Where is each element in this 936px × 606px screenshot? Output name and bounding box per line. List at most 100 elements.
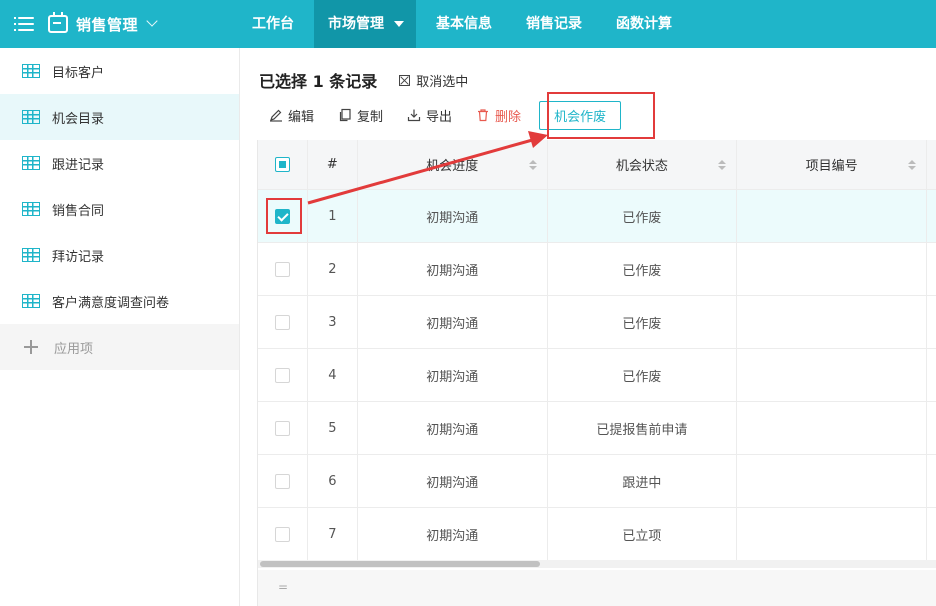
row-checkbox[interactable] — [274, 526, 290, 542]
copy-button[interactable]: 复制 — [338, 106, 383, 125]
table-row[interactable]: 1 初期沟通 已作废 — [258, 190, 936, 243]
row-checkbox[interactable] — [274, 473, 290, 489]
scrollbar-thumb[interactable] — [260, 561, 540, 567]
row-select-cell — [258, 349, 308, 401]
sidebar-item-label: 机会目录 — [52, 111, 105, 127]
menu-icon[interactable] — [14, 16, 34, 32]
row-progress[interactable]: 初期沟通 — [358, 349, 548, 401]
row-status[interactable]: 已作废 — [548, 349, 738, 401]
row-index: 1 — [308, 190, 358, 242]
row-status[interactable]: 跟进中 — [548, 455, 738, 507]
row-select-cell — [258, 243, 308, 295]
footer-summary: = — [278, 580, 289, 594]
row-progress[interactable]: 初期沟通 — [358, 508, 548, 560]
select-all-checkbox[interactable] — [274, 157, 290, 172]
nav-item-market-management[interactable]: 市场管理 — [314, 0, 416, 48]
select-all-cell — [258, 140, 308, 189]
column-header-label: 项目编号 — [805, 159, 858, 174]
row-project[interactable] — [737, 349, 927, 401]
delete-label: 删除 — [495, 109, 522, 125]
sidebar-item-follow-up-records[interactable]: 跟进记录 — [0, 140, 239, 186]
sort-icon[interactable] — [528, 160, 537, 172]
column-header-project[interactable]: 项目编号 — [737, 140, 927, 189]
horizontal-scrollbar[interactable] — [258, 560, 936, 568]
row-status[interactable]: 已作废 — [548, 296, 738, 348]
row-progress[interactable]: 初期沟通 — [358, 402, 548, 454]
table-row[interactable]: 3 初期沟通 已作废 — [258, 296, 936, 349]
top-bar: 销售管理 工作台 市场管理 基本信息 销售记录 函数计算 — [0, 0, 936, 48]
table-row[interactable]: 6 初期沟通 跟进中 — [258, 455, 936, 508]
row-project[interactable] — [737, 296, 927, 348]
row-project[interactable] — [737, 243, 927, 295]
row-project[interactable] — [737, 190, 927, 242]
table-icon — [22, 156, 40, 170]
sort-icon[interactable] — [718, 160, 727, 172]
export-button[interactable]: 导出 — [407, 106, 452, 125]
table-row[interactable]: 2 初期沟通 已作废 — [258, 243, 936, 296]
trash-icon — [478, 109, 489, 122]
row-select-cell — [258, 508, 308, 560]
row-overflow — [927, 508, 936, 560]
row-index: 7 — [308, 508, 358, 560]
sidebar-item-sales-contracts[interactable]: 销售合同 — [0, 186, 239, 232]
row-status[interactable]: 已提报售前申请 — [548, 402, 738, 454]
deselect-label: 取消选中 — [416, 74, 469, 90]
row-status[interactable]: 已立项 — [548, 508, 738, 560]
records-table: # 机会进度 机会状态 项目编号 1 初期沟通 已作废 2 初期沟通 已作废 3 初期沟通 已作… — [257, 140, 936, 606]
row-checkbox[interactable] — [274, 367, 290, 383]
plus-icon — [24, 340, 38, 354]
selection-summary: 已选择 1 条记录 — [259, 72, 378, 91]
edit-label: 编辑 — [288, 109, 315, 125]
table-body: 1 初期沟通 已作废 2 初期沟通 已作废 3 初期沟通 已作废 4 初期沟通 已作废 5 初期沟通 已提报… — [258, 190, 936, 561]
download-icon — [407, 109, 421, 122]
row-overflow — [927, 243, 936, 295]
nav-item-sales-records[interactable]: 销售记录 — [512, 0, 596, 48]
row-index: 6 — [308, 455, 358, 507]
edit-button[interactable]: 编辑 — [269, 106, 314, 125]
copy-icon — [339, 108, 351, 122]
top-nav: 工作台 市场管理 基本信息 销售记录 函数计算 — [238, 0, 692, 48]
table-row[interactable]: 7 初期沟通 已立项 — [258, 508, 936, 561]
row-status[interactable]: 已作废 — [548, 190, 738, 242]
sidebar-item-visit-records[interactable]: 拜访记录 — [0, 232, 239, 278]
delete-button[interactable]: 删除 — [476, 106, 521, 125]
caret-down-icon — [394, 21, 404, 27]
row-checkbox[interactable] — [274, 314, 290, 330]
row-status[interactable]: 已作废 — [548, 243, 738, 295]
add-app-item-label: 应用项 — [54, 341, 94, 357]
row-overflow — [927, 296, 936, 348]
nav-item-label: 市场管理 — [328, 16, 384, 32]
deselect-button[interactable]: 取消选中 — [399, 71, 468, 90]
app-title[interactable]: 销售管理 — [76, 14, 138, 35]
row-progress[interactable]: 初期沟通 — [358, 243, 548, 295]
row-select-cell — [258, 296, 308, 348]
row-index: 2 — [308, 243, 358, 295]
row-project[interactable] — [737, 455, 927, 507]
sidebar-item-target-customers[interactable]: 目标客户 — [0, 48, 239, 94]
nav-item-workbench[interactable]: 工作台 — [238, 0, 308, 48]
table-icon — [22, 64, 40, 78]
row-progress[interactable]: 初期沟通 — [358, 190, 548, 242]
table-row[interactable]: 5 初期沟通 已提报售前申请 — [258, 402, 936, 455]
nav-item-basic-info[interactable]: 基本信息 — [422, 0, 506, 48]
row-checkbox[interactable] — [274, 261, 290, 277]
nav-item-function-calc[interactable]: 函数计算 — [602, 0, 686, 48]
row-project[interactable] — [737, 508, 927, 560]
column-header-status[interactable]: 机会状态 — [548, 140, 738, 189]
sidebar: 目标客户 机会目录 跟进记录 销售合同 拜访记录 客户满意度调查问卷 应用项 — [0, 48, 240, 606]
row-progress[interactable]: 初期沟通 — [358, 296, 548, 348]
sort-icon[interactable] — [908, 160, 916, 172]
add-app-item-button[interactable]: 应用项 — [0, 324, 239, 370]
pencil-icon — [270, 109, 282, 122]
sidebar-item-label: 拜访记录 — [52, 249, 105, 265]
sidebar-item-opportunity-catalog[interactable]: 机会目录 — [0, 94, 239, 140]
row-project[interactable] — [737, 402, 927, 454]
column-header-progress[interactable]: 机会进度 — [358, 140, 548, 189]
row-checkbox[interactable] — [274, 420, 290, 436]
column-header-overflow — [927, 140, 936, 189]
sidebar-item-satisfaction-survey[interactable]: 客户满意度调查问卷 — [0, 278, 239, 324]
table-icon — [22, 110, 40, 124]
chevron-down-icon[interactable] — [146, 15, 158, 27]
table-row[interactable]: 4 初期沟通 已作废 — [258, 349, 936, 402]
row-progress[interactable]: 初期沟通 — [358, 455, 548, 507]
